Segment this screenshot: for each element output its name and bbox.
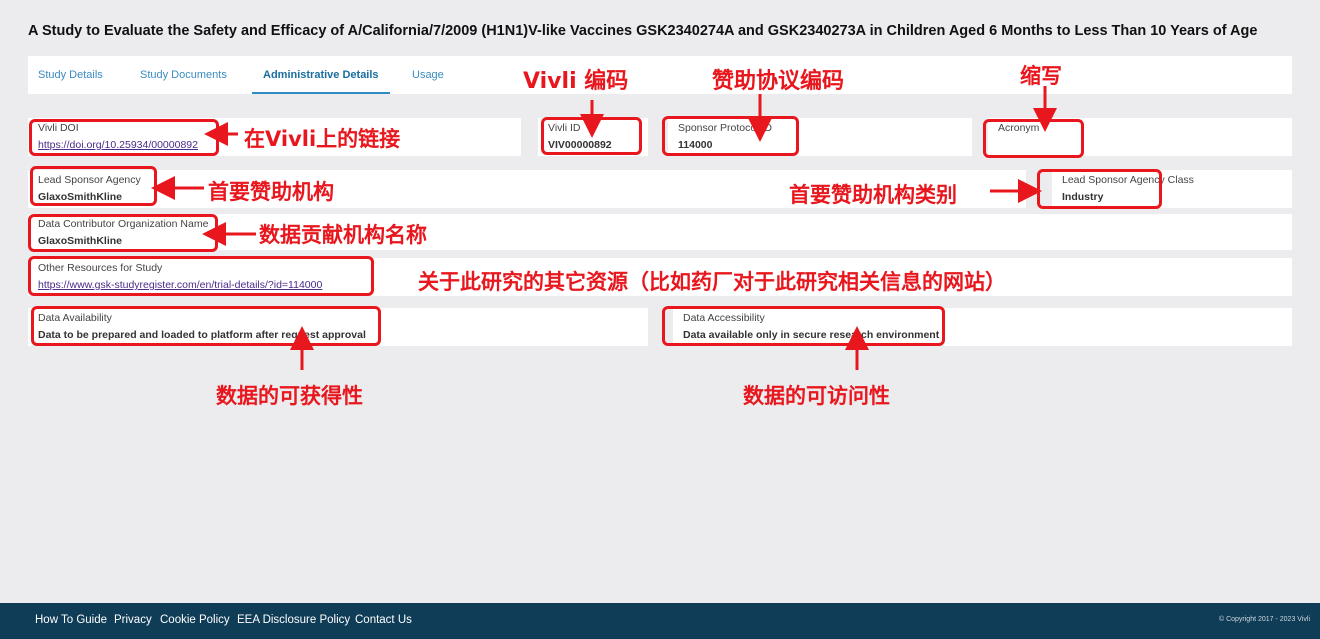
annotation-lead-sponsor: 首要赞助机构	[208, 180, 334, 204]
vivli-id-highlight-box	[541, 117, 642, 155]
copyright-text: © Copyright 2017 - 2023 Vivli	[1218, 616, 1310, 623]
page-title: A Study to Evaluate the Safety and Effic…	[28, 23, 1258, 39]
tab-study-details[interactable]: Study Details	[38, 56, 103, 94]
annotation-lead-sponsor-class: 首要赞助机构类别	[789, 183, 957, 207]
accessibility-highlight-box	[662, 306, 945, 346]
lead-sponsor-class-highlight-box	[1037, 169, 1162, 209]
footer-link-contact-us[interactable]: Contact Us	[355, 614, 412, 626]
footer-link-eea-disclosure[interactable]: EEA Disclosure Policy	[237, 614, 350, 626]
acronym-highlight-box	[983, 119, 1084, 158]
annotation-sponsor-protocol: 赞助协议编码	[712, 69, 845, 94]
annotation-other-resources: 关于此研究的其它资源（比如药厂对于此研究相关信息的网站）	[418, 270, 1006, 294]
tab-administrative-details[interactable]: Administrative Details	[252, 56, 390, 94]
sponsor-protocol-highlight-box	[662, 116, 799, 156]
availability-highlight-box	[31, 306, 381, 346]
annotation-acronym: 缩写	[1020, 64, 1062, 88]
footer: How To Guide Privacy Cookie Policy EEA D…	[0, 603, 1320, 639]
data-contributor-value: GlaxoSmithKline	[38, 235, 123, 247]
doi-highlight-box	[29, 119, 219, 156]
data-contributor-label: Data Contributor Organization Name	[38, 218, 209, 230]
annotation-doi: 在Vivli上的链接	[244, 127, 401, 151]
lead-sponsor-highlight-box	[30, 166, 157, 206]
annotation-availability: 数据的可获得性	[216, 384, 363, 408]
annotation-vivli-id: Vivli 编码	[523, 69, 629, 94]
footer-link-privacy[interactable]: Privacy	[114, 614, 152, 626]
tab-bar: Study Details Study Documents Administra…	[28, 56, 1292, 94]
annotation-accessibility: 数据的可访问性	[743, 384, 890, 408]
other-resources-highlight-box	[28, 256, 374, 296]
footer-link-how-to-guide[interactable]: How To Guide	[35, 614, 107, 626]
tab-study-documents[interactable]: Study Documents	[140, 56, 227, 94]
annotation-contributor: 数据贡献机构名称	[259, 223, 427, 247]
contributor-highlight-box	[28, 214, 218, 252]
footer-link-cookie-policy[interactable]: Cookie Policy	[160, 614, 230, 626]
tab-usage[interactable]: Usage	[412, 56, 444, 94]
